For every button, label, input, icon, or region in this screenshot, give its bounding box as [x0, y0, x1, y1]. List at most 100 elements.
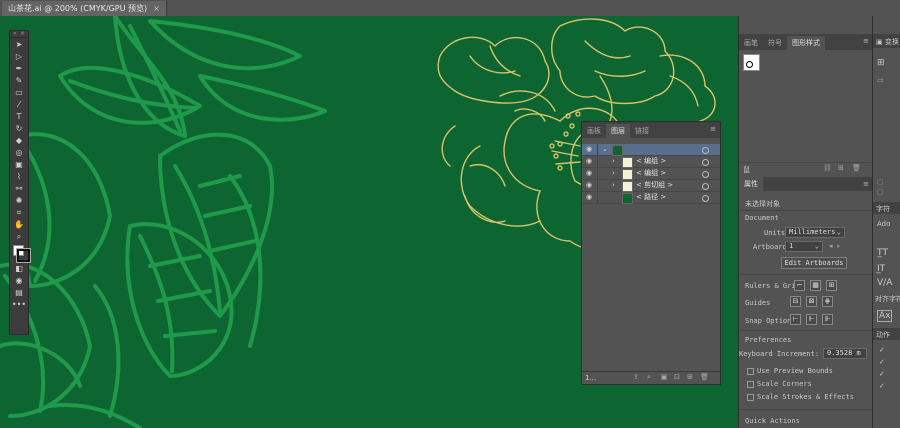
document-tab[interactable]: 山茶花.ai @ 200% (CMYK/GPU 预览) ×: [2, 1, 167, 16]
font-family-field[interactable]: Ado: [877, 220, 890, 228]
pixel-grid-icon[interactable]: ⊞: [826, 280, 837, 291]
edit-artboards-button[interactable]: Edit Artboards: [781, 257, 847, 269]
layer-row[interactable]: ◉ › < 编组 >: [582, 156, 720, 168]
expand-chevron-icon[interactable]: ›: [612, 168, 615, 179]
clipping-mask-icon[interactable]: ▣: [660, 373, 668, 382]
visibility-eye-icon[interactable]: ◉: [586, 157, 595, 166]
tab-graphic-styles[interactable]: 图形样式: [787, 36, 825, 50]
style-libraries-menu[interactable]: 鼠: [743, 165, 750, 175]
lock-guides-icon[interactable]: ⊠: [806, 296, 817, 307]
layer-row[interactable]: ◉ < 路径 >: [582, 192, 720, 204]
snap-to-pixel-icon[interactable]: ⊪: [822, 314, 833, 325]
break-link-icon[interactable]: ⛓: [823, 164, 832, 172]
action-check-icon[interactable]: ✓: [879, 346, 885, 354]
target-circle-icon[interactable]: [702, 195, 709, 202]
ruler-icon[interactable]: ⌐: [794, 280, 805, 291]
kerning-icon[interactable]: V/A: [877, 278, 892, 288]
visibility-eye-icon[interactable]: ◉: [586, 181, 595, 190]
new-layer-icon[interactable]: ⊞: [686, 373, 694, 382]
lock-column[interactable]: [597, 168, 598, 179]
lock-column[interactable]: [597, 180, 598, 191]
draw-mode-icon[interactable]: ◉: [11, 275, 27, 286]
new-style-icon[interactable]: ⊞: [838, 164, 844, 172]
panel-menu-icon[interactable]: ≡: [863, 180, 869, 188]
expand-chevron-icon[interactable]: ›: [612, 156, 615, 167]
artboard-dropdown[interactable]: 1 ⌄: [785, 241, 823, 252]
tab-brushes[interactable]: 画笔: [739, 36, 763, 50]
tab-layers[interactable]: 图层: [606, 124, 630, 138]
visibility-eye-icon[interactable]: ◉: [586, 169, 595, 178]
color-mode-icon[interactable]: ◧: [11, 263, 27, 274]
blend-tool-icon[interactable]: ⚯: [11, 183, 27, 194]
rotate-tool-icon[interactable]: ↻: [11, 123, 27, 134]
gradient-tool-icon[interactable]: ▣: [11, 159, 27, 170]
target-circle-icon[interactable]: [702, 183, 709, 190]
curvature-tool-icon[interactable]: ✎: [11, 75, 27, 86]
direct-selection-tool-icon[interactable]: ▷: [11, 51, 27, 62]
stroke-swatch[interactable]: [17, 249, 30, 262]
reference-point-icon[interactable]: ⊞: [877, 58, 885, 68]
lock-column[interactable]: [597, 144, 598, 155]
lock-column[interactable]: [597, 192, 598, 203]
leading-icon[interactable]: I̲T: [877, 264, 885, 274]
font-size-icon[interactable]: T̲T: [877, 248, 888, 258]
glyph-icon[interactable]: Ax: [877, 310, 893, 322]
actions-tab[interactable]: 动作: [873, 328, 900, 340]
layer-name[interactable]: < 编组 >: [636, 168, 666, 179]
collapse-icon[interactable]: «: [13, 31, 17, 37]
guides-icon[interactable]: ⊟: [790, 296, 801, 307]
panel-menu-icon[interactable]: ≡: [710, 125, 716, 133]
constrain-icon[interactable]: ▭: [877, 76, 884, 84]
screen-mode-icon[interactable]: ▤: [11, 287, 27, 298]
units-dropdown[interactable]: Millimeters ⌄: [785, 227, 845, 238]
action-check-icon[interactable]: ✓: [879, 382, 885, 390]
tab-symbols[interactable]: 符号: [763, 36, 787, 50]
symbol-sprayer-tool-icon[interactable]: ✺: [11, 195, 27, 206]
transform-tab[interactable]: ▣ 变换: [873, 34, 900, 48]
visibility-eye-icon[interactable]: ◉: [586, 145, 595, 154]
expand-chevron-icon[interactable]: ›: [612, 180, 615, 191]
action-check-icon[interactable]: ✓: [879, 358, 885, 366]
grid-icon[interactable]: ▦: [810, 280, 821, 291]
target-circle-icon[interactable]: [702, 159, 709, 166]
next-artboard-icon[interactable]: ▸: [837, 242, 841, 250]
lock-column[interactable]: [597, 156, 598, 167]
panel-menu-icon[interactable]: ≡: [863, 37, 869, 45]
target-circle-icon[interactable]: [702, 147, 709, 154]
checkbox-icon[interactable]: ▢: [877, 188, 884, 196]
close-tab-icon[interactable]: ×: [153, 4, 160, 13]
action-check-icon[interactable]: ✓: [879, 370, 885, 378]
previous-artboard-icon[interactable]: ◂: [829, 242, 833, 250]
tab-properties[interactable]: 属性: [739, 177, 763, 191]
scale-corners-checkbox[interactable]: [747, 381, 754, 388]
search-icon[interactable]: ⌕: [645, 373, 653, 382]
layer-name[interactable]: < 剪切组 >: [636, 180, 673, 191]
default-graphic-style-swatch[interactable]: [743, 54, 760, 71]
tools-panel-grip[interactable]: «×: [10, 31, 28, 38]
layer-row[interactable]: ◉ › < 剪切组 >: [582, 180, 720, 192]
checkbox-icon[interactable]: ▢: [877, 178, 884, 186]
target-circle-icon[interactable]: [702, 171, 709, 178]
paintbrush-tool-icon[interactable]: ⁄: [11, 99, 27, 110]
eyedropper-tool-icon[interactable]: ⌇: [11, 171, 27, 182]
use-preview-bounds-checkbox[interactable]: [747, 368, 754, 375]
delete-icon[interactable]: 🗑: [852, 164, 861, 172]
pen-tool-icon[interactable]: ✒: [11, 63, 27, 74]
more-tools-icon[interactable]: •••: [11, 299, 27, 310]
layer-name[interactable]: < 路径 >: [636, 192, 666, 203]
tab-artboards[interactable]: 画板: [582, 124, 606, 138]
selection-tool-icon[interactable]: ➤: [11, 39, 27, 50]
rectangle-tool-icon[interactable]: ▭: [11, 87, 27, 98]
export-icon[interactable]: ⇪: [632, 373, 640, 382]
eraser-tool-icon[interactable]: ◆: [11, 135, 27, 146]
close-panel-icon[interactable]: ×: [20, 31, 25, 37]
snap-to-point-icon[interactable]: ⊢: [790, 314, 801, 325]
scale-strokes-checkbox[interactable]: [747, 394, 754, 401]
new-sublayer-icon[interactable]: ⊡: [673, 373, 681, 382]
zoom-tool-icon[interactable]: ⌕: [11, 231, 27, 242]
artboard-tool-icon[interactable]: ⌗: [11, 207, 27, 218]
layer-row[interactable]: ◉ › < 编组 >: [582, 168, 720, 180]
keyboard-increment-input[interactable]: 0.3528 m: [823, 348, 867, 359]
expand-chevron-icon[interactable]: ⌄: [602, 144, 608, 155]
smart-guides-icon[interactable]: ⋕: [822, 296, 833, 307]
